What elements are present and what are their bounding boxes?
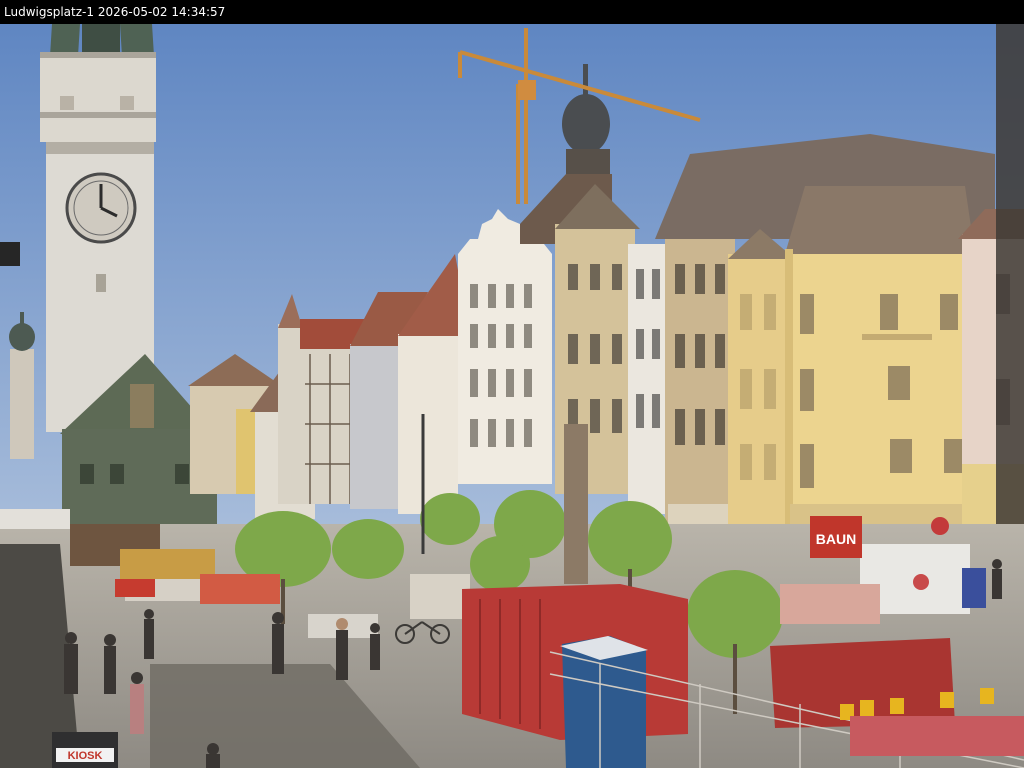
camera-label: Ludwigsplatz-1 — [4, 5, 94, 19]
no-parking-sign — [913, 574, 929, 590]
portable-toilet — [560, 636, 648, 768]
distant-church-tower — [9, 312, 35, 459]
hanging-lamp-left — [0, 242, 20, 266]
yellow-building-left — [728, 229, 795, 554]
kiosk-sign: KIOSK — [52, 732, 118, 768]
monument-column — [564, 424, 588, 584]
kiosk-sign-text: KIOSK — [68, 750, 103, 762]
timestamp: 2026-05-02 14:34:57 — [97, 5, 226, 19]
stepped-gable-house — [458, 209, 552, 484]
red-bins — [850, 716, 1024, 756]
blue-info-sign — [962, 568, 986, 608]
white-narrow-building — [628, 244, 668, 514]
yellow-building-main — [785, 186, 975, 559]
site-hoarding — [780, 584, 880, 624]
store-sign: BAUN — [810, 516, 862, 558]
store-sign-text: BAUN — [816, 531, 856, 547]
webcam-image: BAUN KIOSK — [0, 24, 1024, 768]
camera-overlay: Ludwigsplatz-1 2026-05-02 14:34:57 — [0, 0, 1024, 24]
town-square-photo: BAUN KIOSK — [0, 24, 1024, 768]
red-sign-round — [931, 517, 949, 535]
